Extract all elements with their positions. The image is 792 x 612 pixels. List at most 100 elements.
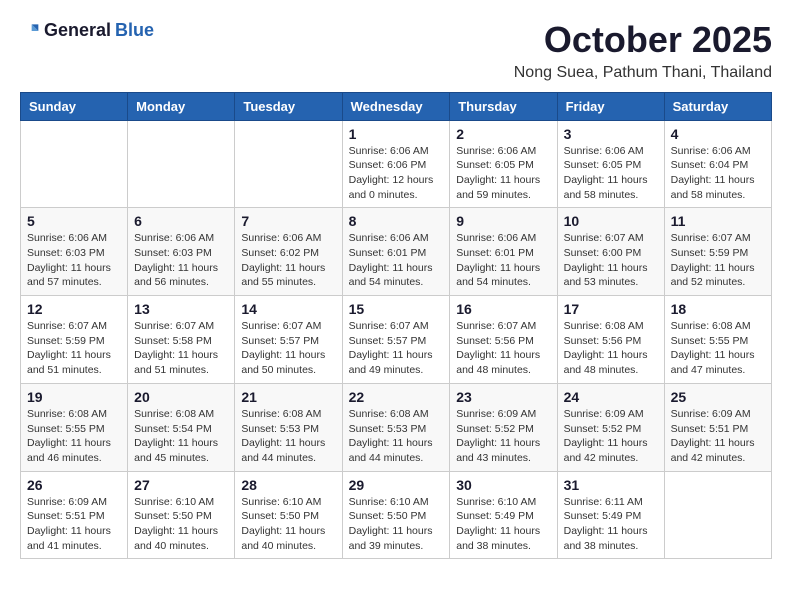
calendar-cell: 4Sunrise: 6:06 AMSunset: 6:04 PMDaylight…: [664, 120, 771, 208]
weekday-header-thursday: Thursday: [450, 92, 557, 120]
day-number: 2: [456, 126, 550, 142]
day-number: 7: [241, 213, 335, 229]
calendar-cell: 6 Sunrise: 6:06 AMSunset: 6:03 PMDaylight…: [128, 208, 235, 296]
day-number: 18: [671, 301, 765, 317]
calendar-cell: 3 Sunrise: 6:06 AMSunset: 6:05 PMDaylight…: [557, 120, 664, 208]
calendar-cell: 16 Sunrise: 6:07 AMSunset: 5:56 PMDayligh…: [450, 296, 557, 384]
day-number: 29: [349, 477, 444, 493]
logo-icon: [20, 21, 40, 41]
calendar-cell: 27 Sunrise: 6:10 AMSunset: 5:50 PMDayligh…: [128, 471, 235, 559]
weekday-header-saturday: Saturday: [664, 92, 771, 120]
calendar-cell: 1 Sunrise: 6:06 AMSunset: 6:06 PMDaylight…: [342, 120, 450, 208]
calendar-cell: [664, 471, 771, 559]
day-info: Sunrise: 6:07 AMSunset: 5:58 PMDaylight:…: [134, 319, 228, 378]
calendar-cell: 8Sunrise: 6:06 AMSunset: 6:01 PMDaylight…: [342, 208, 450, 296]
day-number: 23: [456, 389, 550, 405]
day-info: Sunrise: 6:08 AMSunset: 5:53 PMDaylight:…: [349, 407, 444, 466]
day-number: 13: [134, 301, 228, 317]
calendar-week-3: 12 Sunrise: 6:07 AMSunset: 5:59 PMDayligh…: [21, 296, 772, 384]
day-info: Sunrise: 6:10 AMSunset: 5:50 PMDaylight:…: [134, 495, 228, 554]
calendar-week-1: 1 Sunrise: 6:06 AMSunset: 6:06 PMDaylight…: [21, 120, 772, 208]
day-info: Sunrise: 6:06 AMSunset: 6:06 PMDaylight:…: [349, 144, 444, 203]
calendar-cell: 12 Sunrise: 6:07 AMSunset: 5:59 PMDayligh…: [21, 296, 128, 384]
calendar-table: SundayMondayTuesdayWednesdayThursdayFrid…: [20, 92, 772, 560]
calendar-cell: 31Sunrise: 6:11 AMSunset: 5:49 PMDayligh…: [557, 471, 664, 559]
calendar-cell: 24Sunrise: 6:09 AMSunset: 5:52 PMDayligh…: [557, 383, 664, 471]
calendar-cell: 11 Sunrise: 6:07 AMSunset: 5:59 PMDayligh…: [664, 208, 771, 296]
day-info: Sunrise: 6:09 AMSunset: 5:52 PMDaylight:…: [564, 407, 658, 466]
calendar-cell: 26 Sunrise: 6:09 AMSunset: 5:51 PMDayligh…: [21, 471, 128, 559]
day-info: Sunrise: 6:10 AMSunset: 5:50 PMDaylight:…: [241, 495, 335, 554]
page-header: GeneralBlue October 2025 Nong Suea, Path…: [20, 20, 772, 82]
calendar-cell: [21, 120, 128, 208]
day-number: 16: [456, 301, 550, 317]
day-info: Sunrise: 6:10 AMSunset: 5:49 PMDaylight:…: [456, 495, 550, 554]
day-number: 15: [349, 301, 444, 317]
day-info: Sunrise: 6:06 AMSunset: 6:01 PMDaylight:…: [456, 231, 550, 290]
day-info: Sunrise: 6:06 AMSunset: 6:05 PMDaylight:…: [456, 144, 550, 203]
day-info: Sunrise: 6:09 AMSunset: 5:51 PMDaylight:…: [27, 495, 121, 554]
day-number: 11: [671, 213, 765, 229]
day-info: Sunrise: 6:08 AMSunset: 5:56 PMDaylight:…: [564, 319, 658, 378]
day-info: Sunrise: 6:09 AMSunset: 5:52 PMDaylight:…: [456, 407, 550, 466]
day-info: Sunrise: 6:07 AMSunset: 5:56 PMDaylight:…: [456, 319, 550, 378]
day-info: Sunrise: 6:09 AMSunset: 5:51 PMDaylight:…: [671, 407, 765, 466]
calendar-week-2: 5Sunrise: 6:06 AMSunset: 6:03 PMDaylight…: [21, 208, 772, 296]
day-info: Sunrise: 6:06 AMSunset: 6:03 PMDaylight:…: [27, 231, 121, 290]
calendar-cell: [235, 120, 342, 208]
calendar-week-4: 19Sunrise: 6:08 AMSunset: 5:55 PMDayligh…: [21, 383, 772, 471]
day-number: 10: [564, 213, 658, 229]
day-number: 6: [134, 213, 228, 229]
day-info: Sunrise: 6:07 AMSunset: 5:57 PMDaylight:…: [241, 319, 335, 378]
day-number: 4: [671, 126, 765, 142]
calendar-cell: 23 Sunrise: 6:09 AMSunset: 5:52 PMDayligh…: [450, 383, 557, 471]
day-number: 25: [671, 389, 765, 405]
location-title: Nong Suea, Pathum Thani, Thailand: [514, 64, 772, 82]
calendar-cell: 5Sunrise: 6:06 AMSunset: 6:03 PMDaylight…: [21, 208, 128, 296]
day-number: 12: [27, 301, 121, 317]
day-info: Sunrise: 6:07 AMSunset: 6:00 PMDaylight:…: [564, 231, 658, 290]
day-info: Sunrise: 6:06 AMSunset: 6:05 PMDaylight:…: [564, 144, 658, 203]
calendar-cell: 22 Sunrise: 6:08 AMSunset: 5:53 PMDayligh…: [342, 383, 450, 471]
calendar-cell: 17 Sunrise: 6:08 AMSunset: 5:56 PMDayligh…: [557, 296, 664, 384]
calendar-cell: 19Sunrise: 6:08 AMSunset: 5:55 PMDayligh…: [21, 383, 128, 471]
day-number: 27: [134, 477, 228, 493]
day-info: Sunrise: 6:07 AMSunset: 5:57 PMDaylight:…: [349, 319, 444, 378]
day-info: Sunrise: 6:07 AMSunset: 5:59 PMDaylight:…: [671, 231, 765, 290]
calendar-cell: 15 Sunrise: 6:07 AMSunset: 5:57 PMDayligh…: [342, 296, 450, 384]
day-number: 21: [241, 389, 335, 405]
calendar-cell: 10 Sunrise: 6:07 AMSunset: 6:00 PMDayligh…: [557, 208, 664, 296]
day-number: 14: [241, 301, 335, 317]
day-number: 22: [349, 389, 444, 405]
day-number: 17: [564, 301, 658, 317]
day-number: 1: [349, 126, 444, 142]
day-info: Sunrise: 6:07 AMSunset: 5:59 PMDaylight:…: [27, 319, 121, 378]
day-number: 31: [564, 477, 658, 493]
weekday-header-friday: Friday: [557, 92, 664, 120]
calendar-cell: 18 Sunrise: 6:08 AMSunset: 5:55 PMDayligh…: [664, 296, 771, 384]
day-number: 30: [456, 477, 550, 493]
logo: GeneralBlue: [20, 20, 154, 41]
calendar-cell: 14 Sunrise: 6:07 AMSunset: 5:57 PMDayligh…: [235, 296, 342, 384]
day-info: Sunrise: 6:06 AMSunset: 6:03 PMDaylight:…: [134, 231, 228, 290]
day-info: Sunrise: 6:08 AMSunset: 5:55 PMDaylight:…: [671, 319, 765, 378]
day-number: 8: [349, 213, 444, 229]
calendar-cell: 20 Sunrise: 6:08 AMSunset: 5:54 PMDayligh…: [128, 383, 235, 471]
day-number: 26: [27, 477, 121, 493]
calendar-cell: 7Sunrise: 6:06 AMSunset: 6:02 PMDaylight…: [235, 208, 342, 296]
calendar-cell: 29 Sunrise: 6:10 AMSunset: 5:50 PMDayligh…: [342, 471, 450, 559]
weekday-header-tuesday: Tuesday: [235, 92, 342, 120]
weekday-header-monday: Monday: [128, 92, 235, 120]
logo-general-text: General: [44, 20, 111, 41]
calendar-week-5: 26 Sunrise: 6:09 AMSunset: 5:51 PMDayligh…: [21, 471, 772, 559]
day-number: 20: [134, 389, 228, 405]
calendar-cell: 9Sunrise: 6:06 AMSunset: 6:01 PMDaylight…: [450, 208, 557, 296]
calendar-cell: 21 Sunrise: 6:08 AMSunset: 5:53 PMDayligh…: [235, 383, 342, 471]
weekday-header-sunday: Sunday: [21, 92, 128, 120]
day-number: 19: [27, 389, 121, 405]
day-info: Sunrise: 6:08 AMSunset: 5:53 PMDaylight:…: [241, 407, 335, 466]
day-info: Sunrise: 6:08 AMSunset: 5:54 PMDaylight:…: [134, 407, 228, 466]
day-info: Sunrise: 6:10 AMSunset: 5:50 PMDaylight:…: [349, 495, 444, 554]
title-section: October 2025 Nong Suea, Pathum Thani, Th…: [514, 20, 772, 82]
day-number: 3: [564, 126, 658, 142]
